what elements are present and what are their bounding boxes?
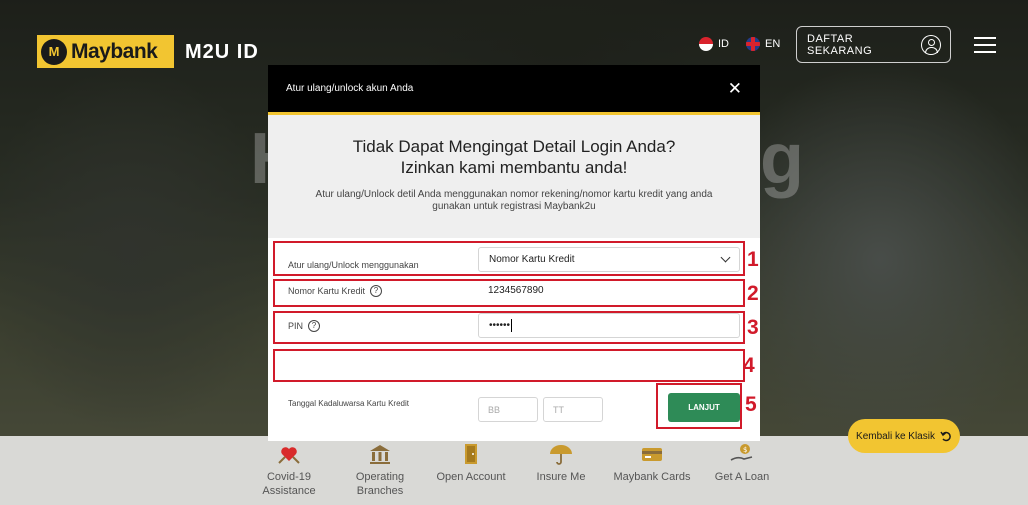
modal-intro: Tidak Dapat Mengingat Detail Login Anda?… [268,115,760,213]
quick-link-cards[interactable]: Maybank Cards [607,442,697,484]
annotation-box [273,349,745,382]
door-icon [458,442,484,466]
hero-title-fragment-right: g [760,119,804,199]
uk-flag-icon [746,37,760,51]
app-title: M2U ID [185,41,259,63]
annotation-number: 2 [747,282,759,305]
money-hand-icon: $ [729,442,755,466]
tiger-emblem-icon: M [41,38,67,65]
expiry-date-label: Tanggal Kadaluwarsa Kartu Kredit [288,399,409,408]
heart-hands-icon [276,442,302,466]
quick-link-insure[interactable]: Insure Me [516,442,606,484]
quick-link-branches[interactable]: Operating Branches [335,442,425,498]
modal-heading-line-2: Izinkan kami membantu anda! [400,158,628,177]
quick-link-label: Get A Loan [714,471,770,483]
modal-title: Atur ulang/unlock akun Anda [286,83,414,94]
quick-link-label: Maybank Cards [613,471,691,483]
quick-link-loan[interactable]: $ Get A Loan [697,442,787,484]
expiry-year-input[interactable]: TT [543,397,603,422]
quick-link-label: Covid-19 [266,471,312,483]
quick-link-sublabel: Branches [356,485,404,497]
annotation-number: 1 [747,248,759,271]
modal-heading: Tidak Dapat Mengingat Detail Login Anda?… [268,136,760,178]
close-icon[interactable]: ✕ [728,79,742,99]
quick-link-label: Operating [355,471,405,483]
register-label: DAFTAR SEKARANG [807,32,873,57]
back-to-classic-label: Kembali ke Klasik [856,430,935,442]
annotation-box [273,279,745,307]
annotation-box [656,383,742,429]
logo-text: Maybank [71,39,158,63]
bank-building-icon [367,442,393,466]
language-id-label: ID [718,38,729,50]
modal-description: Atur ulang/Unlock detil Anda menggunakan… [315,189,713,212]
menu-icon[interactable] [974,37,996,53]
quick-link-sublabel: Assistance [262,485,316,497]
language-id-option[interactable]: ID [699,37,729,51]
undo-arrow-icon [940,431,951,442]
annotation-number: 4 [743,354,755,377]
card-icon [639,442,665,466]
quick-link-label: Insure Me [536,471,586,483]
annotation-box [273,241,745,276]
annotation-number: 3 [747,316,759,339]
maybank-logo[interactable]: M Maybank [37,35,174,68]
user-icon [921,34,941,55]
indonesia-flag-icon [699,37,713,51]
svg-text:$: $ [743,446,747,454]
language-en-label: EN [765,38,781,50]
quick-link-open-account[interactable]: Open Account [426,442,516,484]
annotation-box [273,311,745,344]
modal-header: Atur ulang/unlock akun Anda ✕ [268,65,760,115]
quick-link-covid[interactable]: Covid-19 Assistance [244,442,334,498]
umbrella-icon [548,442,574,466]
back-to-classic-button[interactable]: Kembali ke Klasik [848,419,960,453]
register-button[interactable]: DAFTAR SEKARANG [796,26,951,63]
annotation-number: 5 [745,393,757,416]
modal-heading-line-1: Tidak Dapat Mengingat Detail Login Anda? [352,137,676,156]
language-en-option[interactable]: EN [746,37,780,51]
quick-link-label: Open Account [436,471,506,483]
expiry-month-input[interactable]: BB [478,397,538,422]
